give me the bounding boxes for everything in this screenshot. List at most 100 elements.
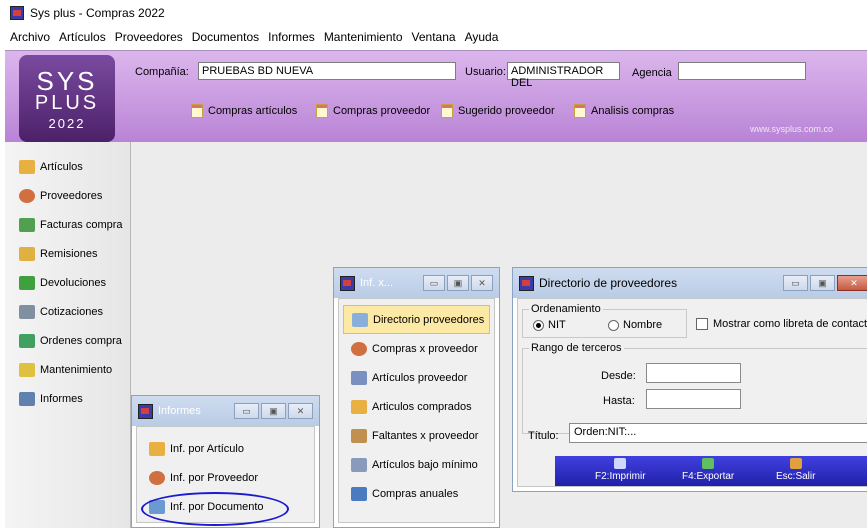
menu-informes[interactable]: Informes — [268, 30, 315, 44]
website-url[interactable]: www.sysplus.com.co — [750, 124, 833, 134]
range-legend: Rango de terceros — [529, 342, 624, 354]
user-field[interactable]: ADMINISTRADOR DEL — [507, 62, 620, 89]
list-item-label: Compras x proveedor — [372, 342, 478, 355]
sidebar-item-articulos[interactable]: Artículos — [5, 152, 130, 181]
close-icon[interactable]: ✕ — [471, 275, 493, 291]
directorio-proveedores-item[interactable]: Directorio proveedores — [343, 305, 490, 334]
logo-year: 2022 — [48, 116, 86, 131]
menu-ventana[interactable]: Ventana — [412, 30, 456, 44]
sidebar-item-remisiones[interactable]: Remisiones — [5, 239, 130, 268]
list-item-label: Directorio proveedores — [373, 313, 485, 326]
radio-label: Nombre — [623, 319, 663, 331]
close-icon[interactable]: ✕ — [837, 275, 867, 291]
export-button[interactable]: F4:Exportar — [682, 458, 734, 482]
toolbar-analisis-compras[interactable]: Analisis compras — [574, 104, 674, 118]
inf-x-body: Directorio proveedores Compras x proveed… — [338, 298, 495, 523]
box-icon — [19, 159, 35, 174]
informes-titlebar[interactable]: Informes ▭ ▣ ✕ — [132, 396, 319, 426]
header-banner: SYS PLUS 2022 Compañía: PRUEBAS BD NUEVA… — [5, 50, 867, 142]
directory-icon — [352, 312, 368, 327]
list-item-label: Compras anuales — [372, 487, 459, 500]
maximize-icon[interactable]: ▣ — [261, 403, 286, 419]
box-icon — [149, 441, 165, 456]
printer-icon — [19, 391, 35, 406]
order-icon — [19, 333, 35, 348]
close-icon[interactable]: ✕ — [288, 403, 313, 419]
sysplus-logo: SYS PLUS 2022 — [19, 55, 115, 142]
minimize-icon[interactable]: ▭ — [234, 403, 259, 419]
toolbar-compras-articulos[interactable]: Compras artículos — [191, 104, 297, 118]
window-controls: ▭ ▣ ✕ — [781, 275, 867, 291]
sidebar-item-facturas[interactable]: Facturas compra — [5, 210, 130, 239]
menu-articulos[interactable]: Artículos — [59, 30, 106, 44]
minimize-icon[interactable]: ▭ — [783, 275, 808, 291]
sidebar-item-cotizaciones[interactable]: Cotizaciones — [5, 297, 130, 326]
toolbar-label: Compras artículos — [208, 105, 298, 117]
checkbox-label: Mostrar como libreta de contactos — [713, 318, 867, 330]
toolbar-label: Sugerido proveedor — [458, 105, 555, 117]
faltantes-x-proveedor-item[interactable]: Faltantes x proveedor — [339, 421, 494, 450]
menu-mantenimiento[interactable]: Mantenimiento — [324, 30, 403, 44]
table-icon — [351, 457, 367, 472]
radio-nombre[interactable]: Nombre — [608, 319, 662, 331]
bar-chart-icon — [351, 486, 367, 501]
titulo-input[interactable]: Orden:NIT:... — [569, 423, 867, 443]
desde-input[interactable] — [646, 363, 741, 383]
menu-archivo[interactable]: Archivo — [10, 30, 50, 44]
list-item-label: Inf. por Proveedor — [170, 471, 259, 484]
compras-anuales-item[interactable]: Compras anuales — [339, 479, 494, 508]
sidebar-item-informes[interactable]: Informes — [5, 384, 130, 413]
sidebar-item-proveedores[interactable]: Proveedores — [5, 181, 130, 210]
radio-nit[interactable]: NIT — [533, 319, 566, 331]
articulos-bajo-minimo-item[interactable]: Artículos bajo mínimo — [339, 450, 494, 479]
toolbar-sugerido-proveedor[interactable]: Sugerido proveedor — [441, 104, 555, 118]
toolbar-compras-proveedor[interactable]: Compras proveedor — [316, 104, 430, 118]
sidebar-item-label: Facturas compra — [40, 218, 123, 231]
list-item-label: Faltantes x proveedor — [372, 429, 479, 442]
range-group: Rango de terceros Desde: Hasta: — [522, 342, 867, 434]
hasta-input[interactable] — [646, 389, 741, 409]
printer-icon — [614, 458, 627, 469]
sidebar-item-label: Remisiones — [40, 247, 98, 260]
company-field[interactable]: PRUEBAS BD NUEVA — [198, 62, 456, 80]
exit-door-icon — [789, 458, 802, 469]
desde-label: Desde: — [601, 370, 636, 382]
radio-icon — [608, 319, 619, 331]
menu-documentos[interactable]: Documentos — [192, 30, 259, 44]
inf-por-articulo[interactable]: Inf. por Artículo — [137, 434, 314, 463]
articulos-comprados-item[interactable]: Articulos comprados — [339, 392, 494, 421]
inf-por-proveedor[interactable]: Inf. por Proveedor — [137, 463, 314, 492]
contacts-checkbox[interactable]: Mostrar como libreta de contactos — [696, 318, 867, 331]
agency-field[interactable] — [678, 62, 806, 80]
ordering-group: Ordenamiento NIT Nombre — [522, 303, 687, 338]
menu-ayuda[interactable]: Ayuda — [465, 30, 499, 44]
maximize-icon[interactable]: ▣ — [810, 275, 835, 291]
menu-proveedores[interactable]: Proveedores — [115, 30, 183, 44]
exit-button[interactable]: Esc:Salir — [776, 458, 815, 482]
compras-x-proveedor-item[interactable]: Compras x proveedor — [339, 334, 494, 363]
informes-window: Informes ▭ ▣ ✕ Inf. por Artículo Inf. po… — [131, 395, 320, 528]
minimize-icon[interactable]: ▭ — [423, 275, 445, 291]
button-label: Esc:Salir — [776, 471, 816, 482]
directorio-titlebar[interactable]: Directorio de proveedores ▭ ▣ ✕ — [513, 268, 867, 298]
logo-text-plus: PLUS — [34, 92, 100, 114]
maximize-icon[interactable]: ▣ — [447, 275, 469, 291]
inf-x-titlebar[interactable]: Inf. x... ▭ ▣ ✕ — [334, 268, 499, 298]
sidebar-item-label: Informes — [40, 392, 83, 405]
articulos-proveedor-item[interactable]: Artículos proveedor — [339, 363, 494, 392]
logo-text-sys: SYS — [36, 66, 98, 96]
titulo-label: Título: — [528, 430, 559, 442]
sidebar-item-ordenes[interactable]: Ordenes compra — [5, 326, 130, 355]
sidebar-item-devoluciones[interactable]: Devoluciones — [5, 268, 130, 297]
company-label: Compañía: — [135, 66, 189, 78]
sidebar-item-mantenimiento[interactable]: Mantenimiento — [5, 355, 130, 384]
person-icon — [19, 188, 35, 203]
sidebar: Artículos Proveedores Facturas compra Re… — [5, 142, 131, 528]
document-icon — [574, 104, 586, 118]
print-button[interactable]: F2:Imprimir — [595, 458, 646, 482]
highlight-ellipse — [141, 492, 289, 526]
inf-x-window: Inf. x... ▭ ▣ ✕ Directorio proveedores C… — [333, 267, 500, 528]
sidebar-item-label: Proveedores — [40, 189, 103, 202]
document-icon — [191, 104, 203, 118]
sidebar-item-label: Mantenimiento — [40, 363, 113, 376]
